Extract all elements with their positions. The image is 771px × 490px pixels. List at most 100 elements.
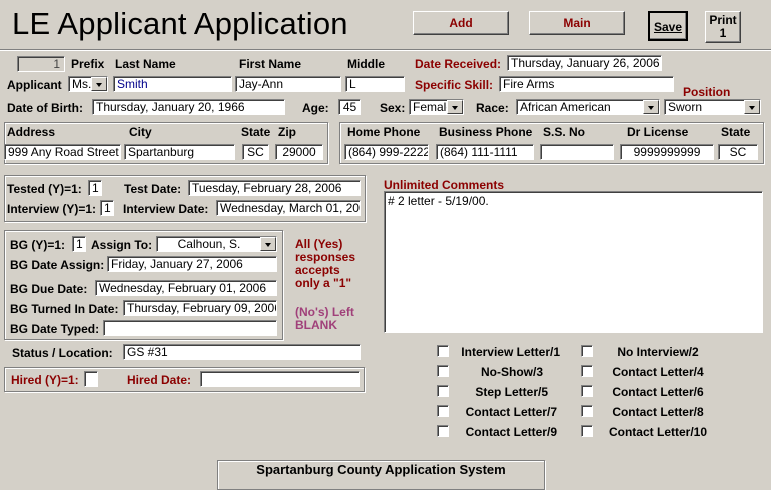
assign-to-label: Assign To: bbox=[91, 238, 153, 252]
dob-label: Date of Birth: bbox=[7, 101, 83, 115]
home-phone-label: Home Phone bbox=[347, 125, 421, 139]
ssn-label: S.S. No bbox=[543, 125, 586, 139]
dr-license-label: Dr License bbox=[627, 125, 689, 139]
bg-due-date-label: BG Due Date: bbox=[10, 282, 88, 296]
add-button[interactable]: Add bbox=[413, 11, 509, 35]
race-value: African American bbox=[520, 100, 611, 114]
main-button[interactable]: Main bbox=[529, 11, 625, 35]
position-select[interactable]: Sworn bbox=[664, 99, 761, 115]
yes-note: All (Yes) responses accepts only a "1" bbox=[295, 238, 355, 290]
interview-date-field[interactable]: Wednesday, March 01, 2006 bbox=[216, 200, 361, 216]
prefix-select[interactable]: Ms. bbox=[68, 76, 108, 92]
no-interview-checkbox[interactable] bbox=[581, 345, 593, 357]
print-button-count: 1 bbox=[719, 26, 727, 40]
sex-label: Sex: bbox=[380, 101, 406, 115]
contact-letter-6-label: Contact Letter/6 bbox=[612, 385, 704, 399]
position-label: Position bbox=[683, 85, 731, 99]
chevron-down-icon[interactable] bbox=[260, 237, 276, 251]
dob-field[interactable]: Thursday, January 20, 1966 bbox=[92, 99, 285, 115]
save-button[interactable]: Save bbox=[648, 11, 688, 41]
zip-label: Zip bbox=[278, 125, 296, 139]
status-location-label: Status / Location: bbox=[12, 346, 113, 360]
first-name-label: First Name bbox=[239, 57, 302, 71]
age-label: Age: bbox=[302, 101, 329, 115]
chevron-down-icon[interactable] bbox=[91, 77, 107, 91]
dl-state-label: State bbox=[721, 125, 751, 139]
contact-letter-4-checkbox[interactable] bbox=[581, 365, 593, 377]
ssn-field[interactable] bbox=[540, 144, 614, 160]
save-button-label: Save bbox=[653, 20, 683, 34]
dr-license-field[interactable]: 9999999999 bbox=[620, 144, 714, 160]
last-name-field[interactable]: Smith bbox=[113, 76, 232, 92]
bg-date-assign-label: BG Date Assign: bbox=[10, 258, 105, 272]
step-letter-checkbox[interactable] bbox=[437, 385, 449, 397]
no-note: (No's) Left BLANK bbox=[295, 306, 354, 332]
interview-letter-label: Interview Letter/1 bbox=[461, 345, 560, 359]
chevron-down-icon[interactable] bbox=[643, 100, 659, 114]
contact-letter-10-checkbox[interactable] bbox=[581, 425, 593, 437]
position-value: Sworn bbox=[668, 100, 703, 114]
title-divider bbox=[0, 49, 771, 51]
no-note-line: BLANK bbox=[295, 318, 337, 332]
contact-letter-8-checkbox[interactable] bbox=[581, 405, 593, 417]
assign-to-value: Calhoun, S. bbox=[177, 237, 241, 251]
dl-state-field[interactable]: SC bbox=[718, 144, 758, 160]
interview-letter-checkbox[interactable] bbox=[437, 345, 449, 357]
sex-select[interactable]: Female bbox=[409, 99, 464, 115]
chevron-down-icon[interactable] bbox=[744, 100, 760, 114]
prefix-label: Prefix bbox=[71, 57, 105, 71]
chevron-down-icon[interactable] bbox=[447, 100, 463, 114]
print-button-label: Print bbox=[709, 13, 737, 27]
business-phone-field[interactable]: (864) 111-1111 bbox=[436, 144, 534, 160]
hired-label: Hired (Y)=1: bbox=[11, 373, 79, 387]
bg-label: BG (Y)=1: bbox=[10, 238, 66, 252]
zip-field[interactable]: 29000 bbox=[275, 144, 323, 160]
race-label: Race: bbox=[476, 101, 509, 115]
middle-field[interactable]: L bbox=[345, 76, 405, 92]
comments-textarea[interactable]: # 2 letter - 5/19/00. bbox=[384, 191, 763, 333]
business-phone-label: Business Phone bbox=[439, 125, 533, 139]
date-received-field[interactable]: Thursday, January 26, 2006 bbox=[507, 55, 662, 71]
city-field[interactable]: Spartanburg bbox=[124, 144, 235, 160]
contact-letter-6-checkbox[interactable] bbox=[581, 385, 593, 397]
test-date-field[interactable]: Tuesday, February 28, 2006 bbox=[188, 180, 361, 196]
hired-date-field[interactable] bbox=[200, 371, 360, 387]
interview-field[interactable]: 1 bbox=[100, 200, 114, 216]
print-button[interactable]: Print 1 bbox=[705, 11, 741, 43]
interview-date-label: Interview Date: bbox=[123, 202, 209, 216]
comments-text: # 2 letter - 5/19/00. bbox=[388, 194, 489, 208]
bg-field[interactable]: 1 bbox=[72, 236, 86, 252]
contact-letter-8-label: Contact Letter/8 bbox=[612, 405, 704, 419]
age-field[interactable]: 45 bbox=[338, 99, 361, 115]
page-title: LE Applicant Application bbox=[12, 6, 348, 41]
bg-date-assign-field[interactable]: Friday, January 27, 2006 bbox=[107, 256, 277, 272]
prefix-value: Ms. bbox=[72, 77, 92, 91]
specific-skill-label: Specific Skill: bbox=[415, 78, 494, 92]
tested-field[interactable]: 1 bbox=[88, 180, 102, 196]
address-field[interactable]: 999 Any Road Street bbox=[4, 144, 121, 160]
city-label: City bbox=[129, 125, 152, 139]
state-field[interactable]: SC bbox=[242, 144, 269, 160]
assign-to-select[interactable]: Calhoun, S. bbox=[156, 236, 277, 252]
specific-skill-field[interactable]: Fire Arms bbox=[499, 76, 674, 92]
hired-field[interactable] bbox=[84, 371, 98, 387]
last-name-label: Last Name bbox=[115, 57, 176, 71]
no-show-checkbox[interactable] bbox=[437, 365, 449, 377]
no-interview-label: No Interview/2 bbox=[617, 345, 699, 359]
bg-due-date-field[interactable]: Wednesday, February 01, 2006 bbox=[95, 280, 277, 296]
contact-letter-4-label: Contact Letter/4 bbox=[612, 365, 704, 379]
contact-letter-10-label: Contact Letter/10 bbox=[608, 425, 708, 439]
state-label: State bbox=[241, 125, 271, 139]
status-location-field[interactable]: GS #31 bbox=[123, 344, 361, 360]
contact-letter-7-checkbox[interactable] bbox=[437, 405, 449, 417]
interview-label: Interview (Y)=1: bbox=[7, 202, 97, 216]
race-select[interactable]: African American bbox=[516, 99, 660, 115]
yes-note-line: only a "1" bbox=[295, 276, 352, 290]
step-letter-label: Step Letter/5 bbox=[475, 385, 548, 399]
first-name-field[interactable]: Jay-Ann bbox=[235, 76, 341, 92]
bg-turned-in-field[interactable]: Thursday, February 09, 2006 bbox=[123, 300, 277, 316]
tested-label: Tested (Y)=1: bbox=[7, 182, 82, 196]
bg-date-typed-field[interactable] bbox=[103, 320, 277, 336]
home-phone-field[interactable]: (864) 999-2222 bbox=[344, 144, 429, 160]
contact-letter-9-checkbox[interactable] bbox=[437, 425, 449, 437]
